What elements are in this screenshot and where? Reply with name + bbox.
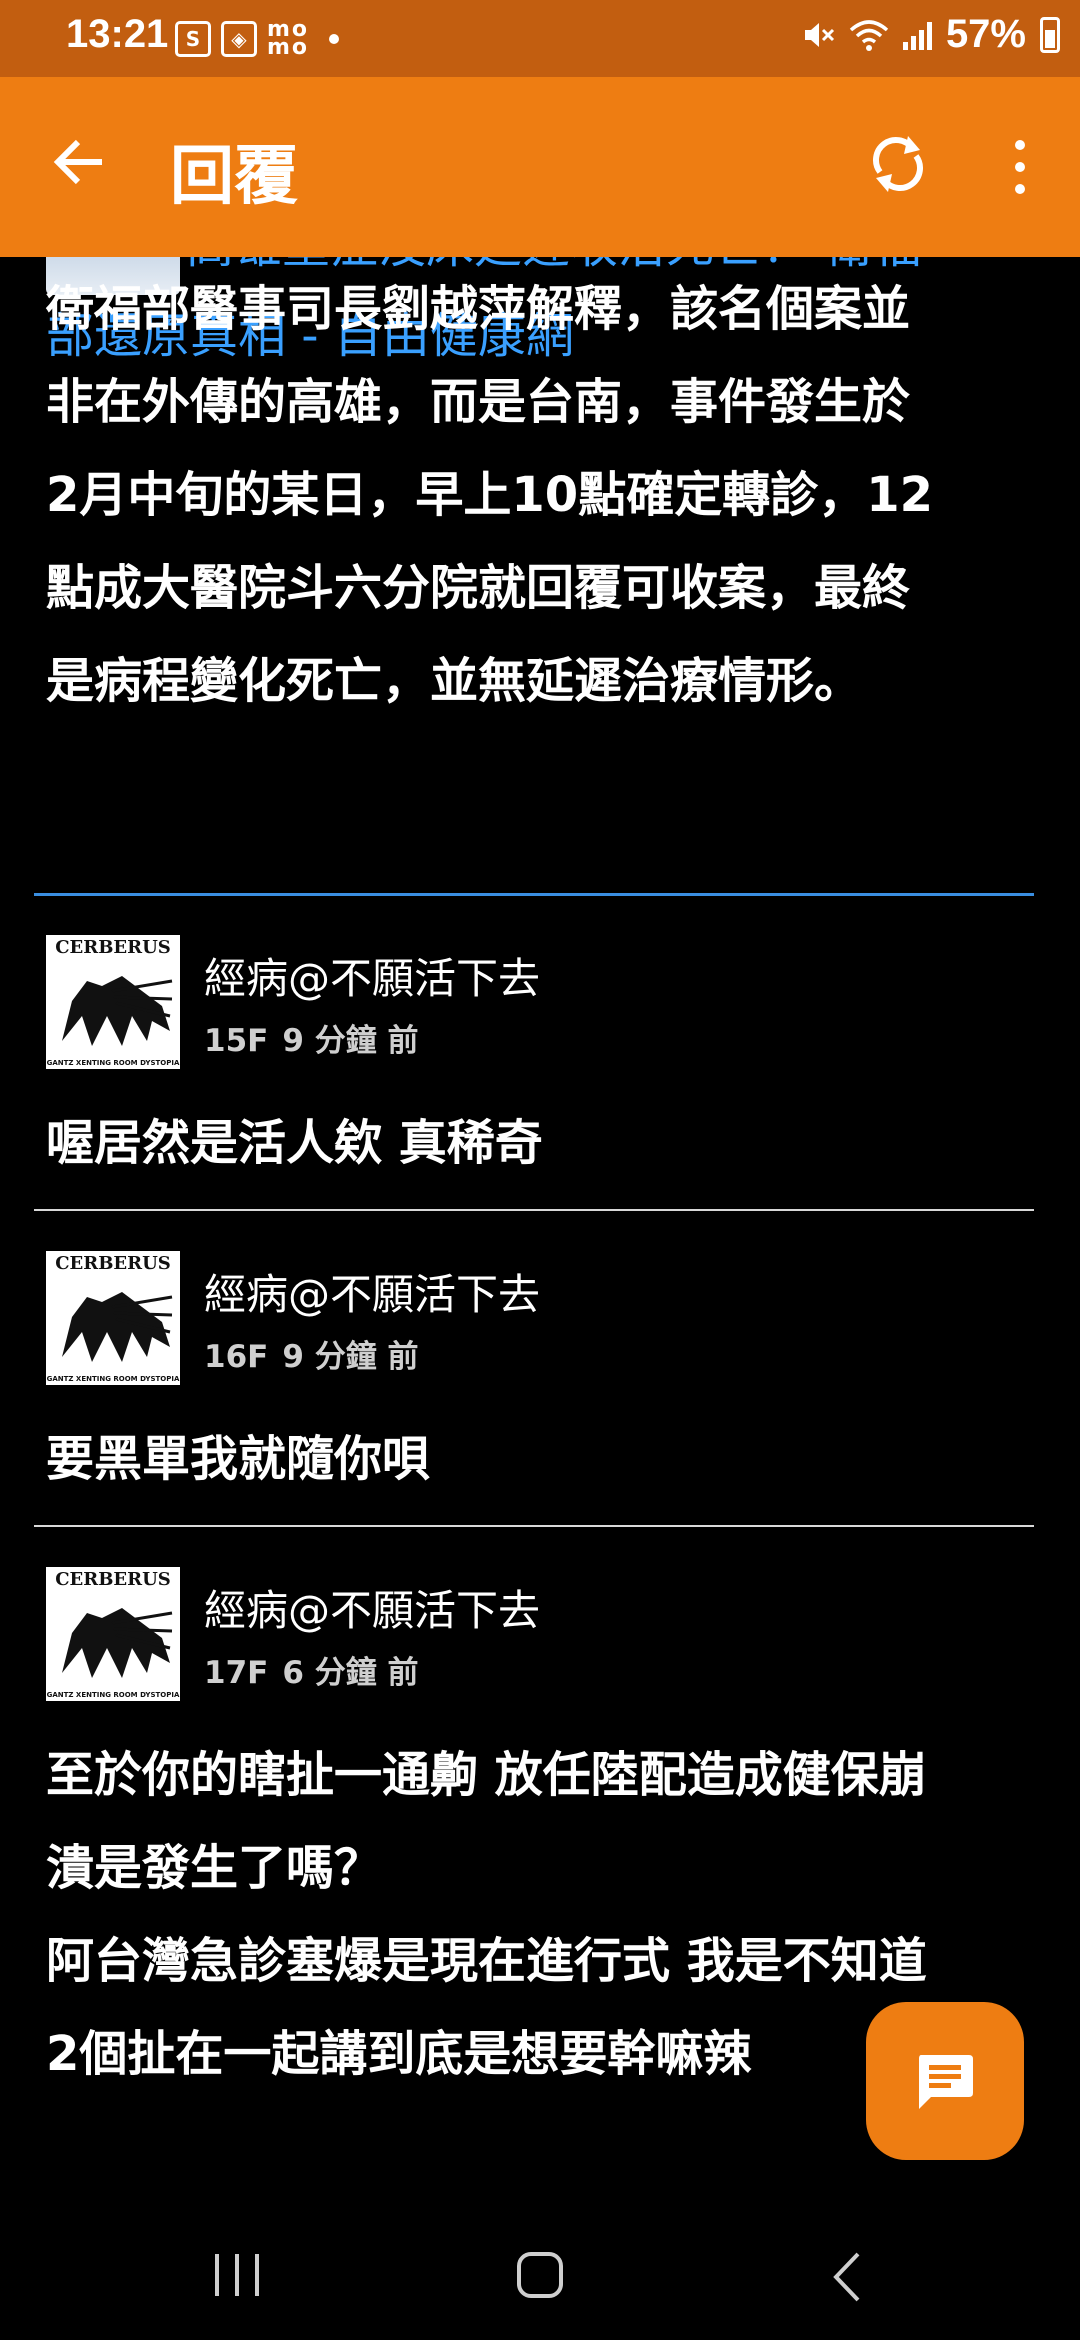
- arrow-left-icon[interactable]: [50, 132, 110, 192]
- avatar[interactable]: CERBERUS GANTZ XENTING ROOM DYSTOPIA: [46, 1251, 180, 1385]
- momo-icon: mo mo: [267, 17, 310, 60]
- avatar[interactable]: CERBERUS GANTZ XENTING ROOM DYSTOPIA: [46, 935, 180, 1069]
- more-notifications-dot-icon: [329, 34, 339, 44]
- comment-line: 喔居然是活人欸 真稀奇: [46, 1115, 543, 1171]
- back-icon[interactable]: [828, 2250, 868, 2304]
- post-line: 是病程變化死亡，並無延遲治療情形。: [46, 653, 863, 709]
- avatar-footer: GANTZ XENTING ROOM DYSTOPIA: [46, 1059, 180, 1067]
- notification-s-icon: S: [175, 21, 211, 57]
- home-icon[interactable]: [517, 2252, 563, 2298]
- avatar-footer: GANTZ XENTING ROOM DYSTOPIA: [46, 1691, 180, 1699]
- divider: [34, 1209, 1034, 1211]
- notification-icons: S ◈ mo mo: [175, 17, 339, 60]
- system-nav-bar: [0, 2190, 1080, 2340]
- status-bar: 13:21 S ◈ mo mo 57%: [0, 0, 1080, 77]
- comment-meta: 17F 6 分鐘 前: [204, 1647, 432, 1692]
- avatar-title: CERBERUS: [55, 1253, 171, 1274]
- mute-icon: [804, 22, 834, 47]
- page-title: 回覆: [170, 140, 298, 214]
- reply-list: 高雄重症沒床延遲收治死亡？ 衛福 部還原真相 - 自由健康網 衛福部醫事司長劉越…: [0, 257, 1080, 2107]
- divider: [34, 893, 1034, 896]
- refresh-icon[interactable]: [868, 132, 928, 196]
- floor-number: 16F: [204, 1339, 269, 1375]
- comment-body: 要黑單我就隨你唄: [46, 1413, 1036, 1506]
- signal-icon: [902, 20, 932, 50]
- reply-button[interactable]: [866, 2002, 1024, 2160]
- battery-icon: [1040, 16, 1060, 53]
- comment-header: CERBERUS GANTZ XENTING ROOM DYSTOPIA 經病@…: [46, 935, 1036, 1071]
- wifi-icon: [849, 19, 889, 51]
- beast-image-icon: [62, 1292, 173, 1362]
- comment-author[interactable]: 經病@不願活下去: [204, 1577, 540, 1638]
- floor-number: 17F: [204, 1655, 269, 1691]
- divider: [34, 1525, 1034, 1527]
- comment-line: 至於你的瞎扯一通齁 放任陸配造成健保崩: [46, 1747, 927, 1803]
- comment-time: 9 分鐘 前: [282, 1339, 419, 1375]
- comment-header: CERBERUS GANTZ XENTING ROOM DYSTOPIA 經病@…: [46, 1567, 1036, 1703]
- post-line: 非在外傳的高雄，而是台南，事件發生於: [46, 374, 911, 430]
- floor-number: 15F: [204, 1023, 269, 1059]
- beast-image-icon: [62, 976, 173, 1046]
- post-line: 衛福部醫事司長劉越萍解釋，該名個案並: [46, 281, 911, 337]
- comment-meta: 15F 9 分鐘 前: [204, 1015, 432, 1060]
- comment-author[interactable]: 經病@不願活下去: [204, 945, 540, 1006]
- avatar[interactable]: CERBERUS GANTZ XENTING ROOM DYSTOPIA: [46, 1567, 180, 1701]
- comment-line: 潰是發生了嗎？: [46, 1840, 383, 1896]
- post-line: 點成大醫院斗六分院就回覆可收案，最終: [46, 560, 911, 616]
- notification-app-icon: ◈: [221, 21, 257, 57]
- beast-image-icon: [62, 1608, 173, 1678]
- comment-time: 6 分鐘 前: [282, 1655, 419, 1691]
- comment-body: 喔居然是活人欸 真稀奇: [46, 1097, 1036, 1190]
- battery-percent: 57%: [945, 12, 1026, 56]
- comment-time: 9 分鐘 前: [282, 1023, 419, 1059]
- recent-apps-icon[interactable]: [215, 2254, 259, 2296]
- system-status: 57%: [801, 12, 1060, 57]
- status-time: 13:21: [66, 12, 169, 56]
- post-line: 2月中旬的某日，早上10點確定轉診，12: [46, 467, 933, 523]
- comment-line: 阿台灣急診塞爆是現在進行式 我是不知道: [46, 1933, 927, 1989]
- comment-author[interactable]: 經病@不願活下去: [204, 1261, 540, 1322]
- avatar-title: CERBERUS: [55, 1569, 171, 1590]
- reply-message-icon: [919, 2055, 973, 2109]
- app-bar: 回覆: [0, 77, 1080, 257]
- post-body: 衛福部醫事司長劉越萍解釋，該名個案並 非在外傳的高雄，而是台南，事件發生於 2月…: [46, 263, 1036, 728]
- comment-meta: 16F 9 分鐘 前: [204, 1331, 432, 1376]
- comment-header: CERBERUS GANTZ XENTING ROOM DYSTOPIA 經病@…: [46, 1251, 1036, 1387]
- more-vertical-icon[interactable]: [1002, 137, 1038, 197]
- avatar-footer: GANTZ XENTING ROOM DYSTOPIA: [46, 1375, 180, 1383]
- comment-line: 要黑單我就隨你唄: [46, 1431, 431, 1487]
- avatar-title: CERBERUS: [55, 937, 171, 958]
